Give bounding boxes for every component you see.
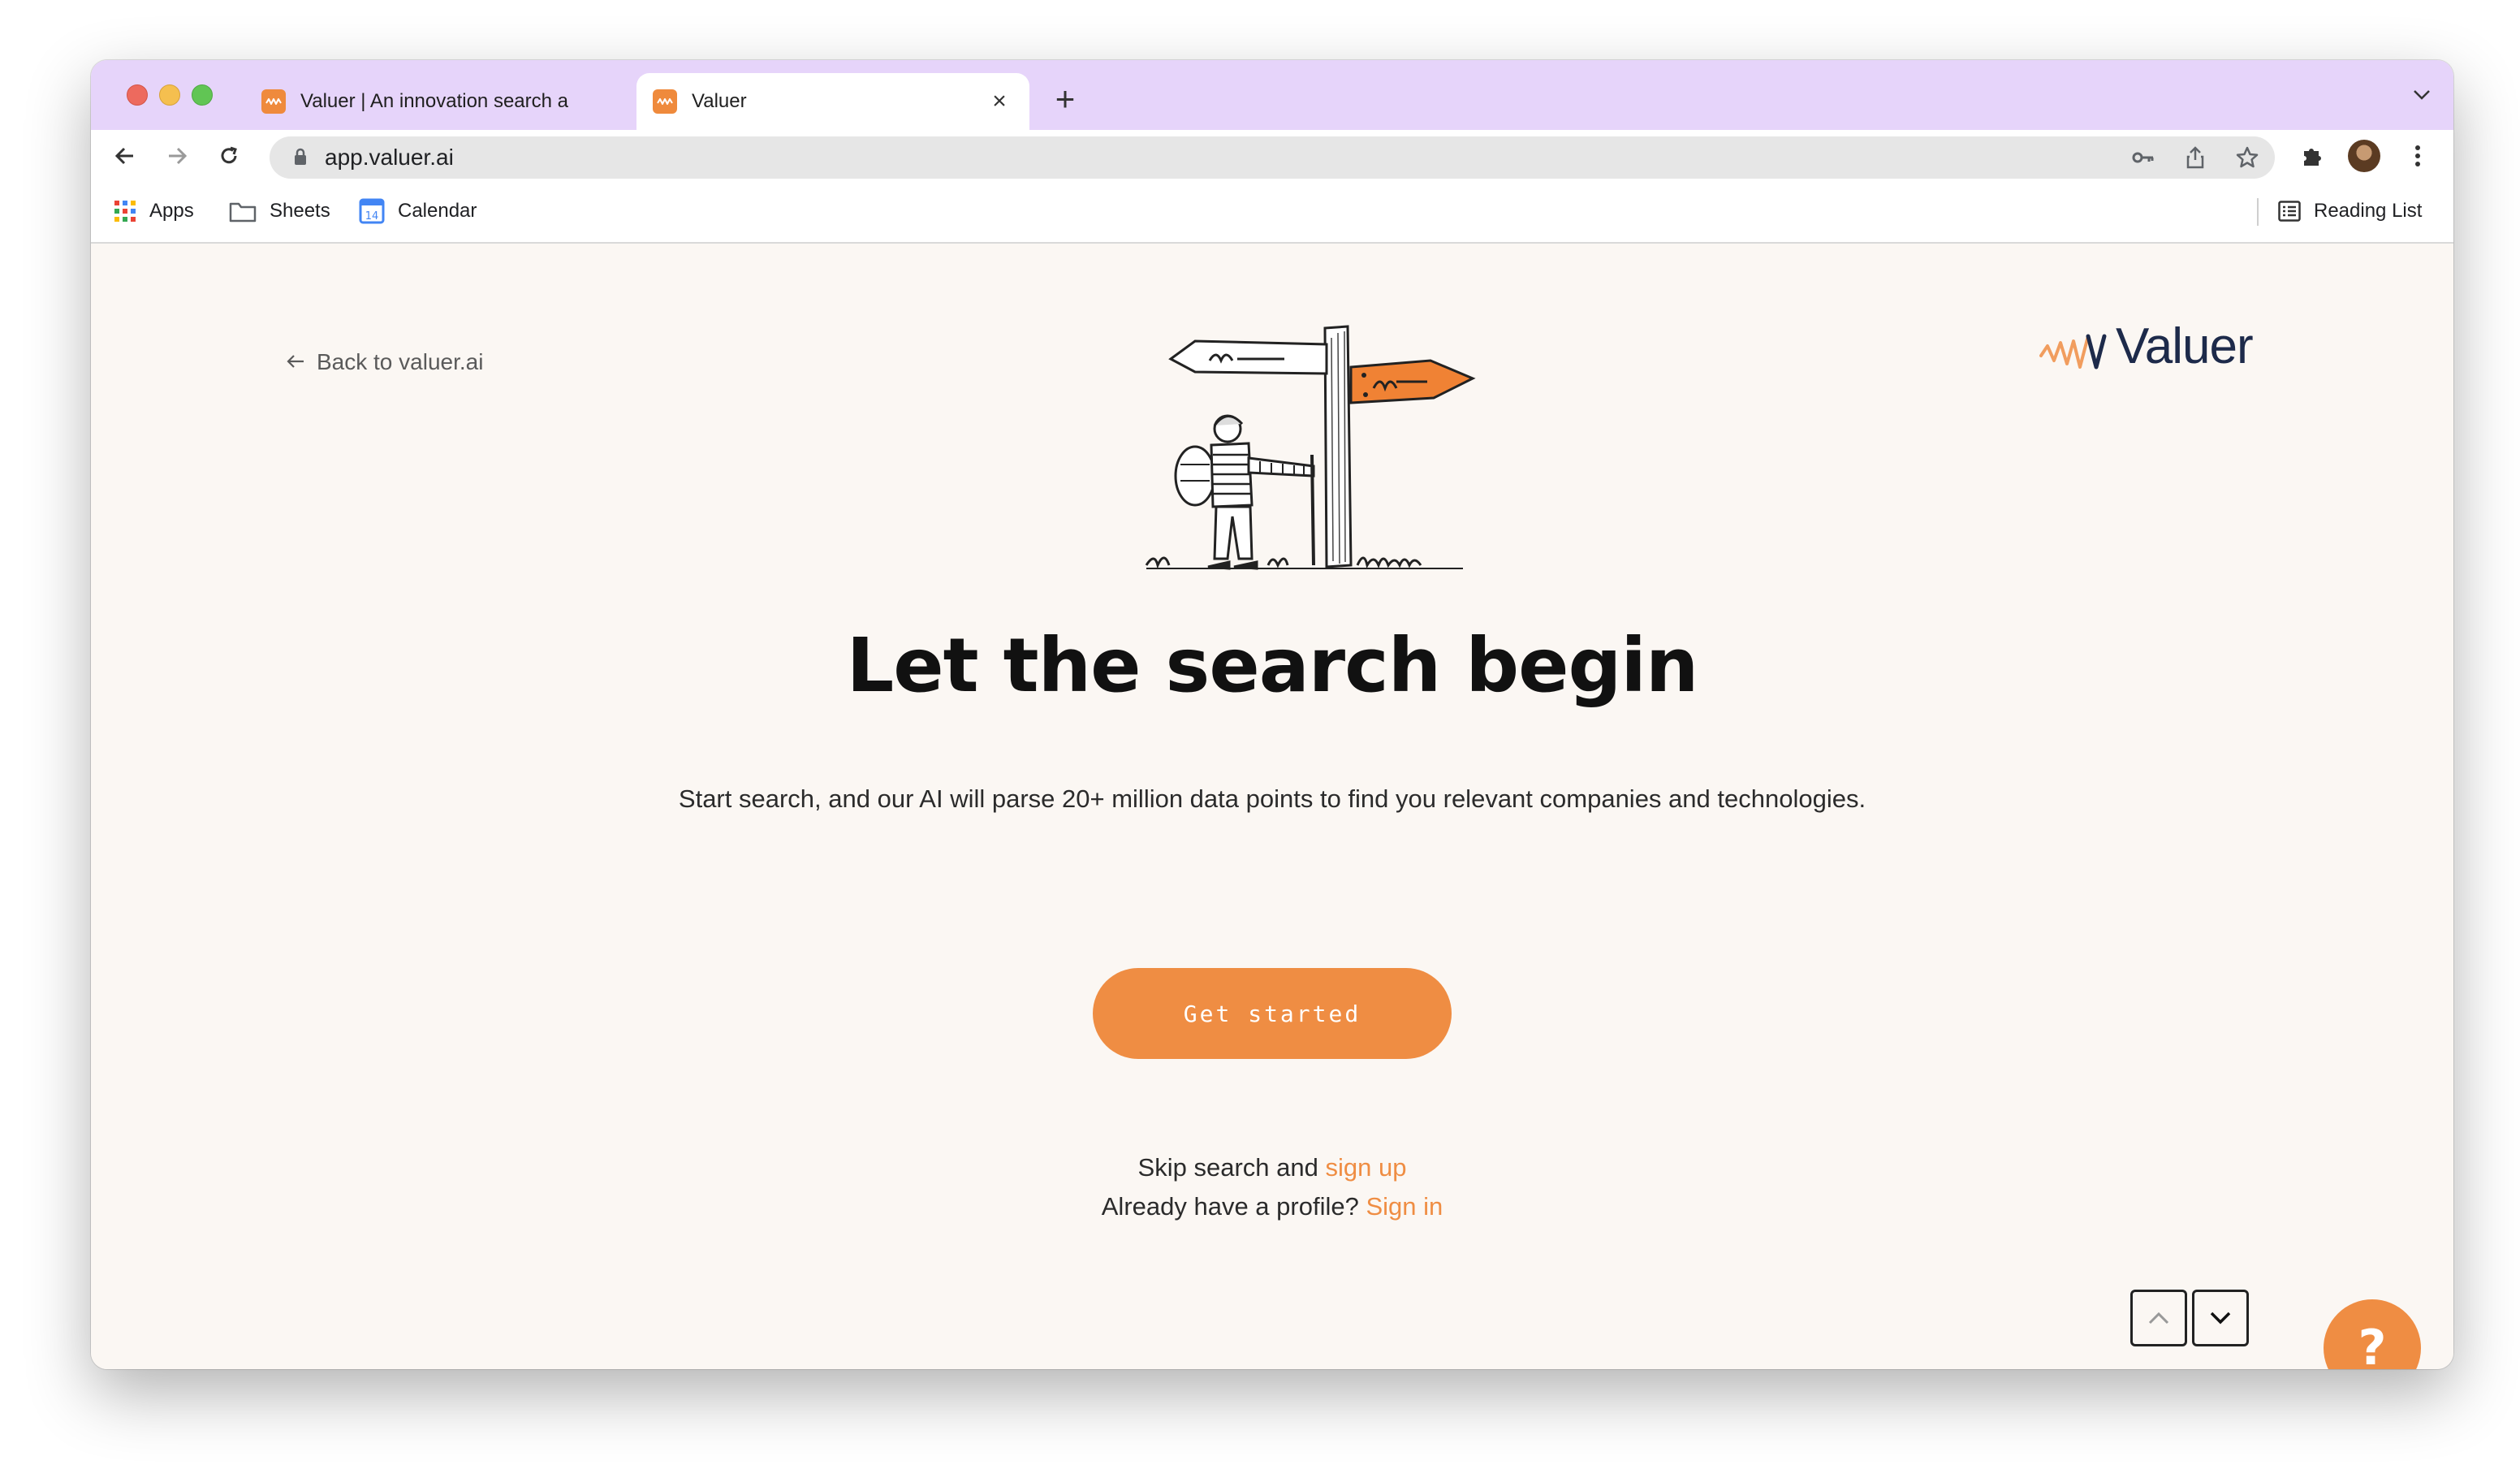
forward-arrow-icon[interactable]	[161, 140, 193, 172]
avatar	[2348, 140, 2380, 172]
sign-in-line: Already have a profile? Sign in	[91, 1192, 2453, 1221]
sign-in-link[interactable]: Sign in	[1366, 1192, 1443, 1221]
new-tab-button[interactable]: +	[1049, 82, 1081, 116]
skip-search-line: Skip search and sign up	[91, 1153, 2453, 1182]
minimize-window-button[interactable]	[159, 84, 180, 106]
back-arrow-icon[interactable]	[109, 140, 141, 172]
bookmark-label: Calendar	[398, 200, 477, 222]
lock-icon	[294, 148, 307, 170]
svg-text:14: 14	[365, 210, 379, 223]
valuer-favicon-icon	[653, 89, 677, 114]
key-icon[interactable]	[2130, 145, 2156, 171]
help-button[interactable]: ?	[2324, 1299, 2421, 1369]
scroll-up-button[interactable]	[2130, 1290, 2187, 1346]
chevron-up-icon	[2148, 1312, 2169, 1325]
tab-title: Valuer	[692, 90, 747, 112]
page-subtitle: Start search, and our AI will parse 20+ …	[678, 784, 1866, 813]
tab-strip: Valuer | An innovation search a × Valuer…	[91, 60, 2453, 130]
page-title: Let the search begin	[846, 622, 1699, 709]
bookmark-star-icon[interactable]	[2234, 145, 2260, 171]
zoom-window-button[interactable]	[192, 84, 213, 106]
bookmarks-divider	[2257, 198, 2259, 226]
extensions-puzzle-icon[interactable]	[2296, 140, 2328, 172]
brand-name: Valuer	[2116, 318, 2254, 374]
browser-toolbar: app.valuer.ai	[91, 130, 2453, 182]
apps-grid-icon	[114, 200, 136, 223]
valuer-favicon-icon	[261, 89, 286, 114]
page-content: Back to valuer.ai Valuer Let the search …	[91, 244, 2453, 1369]
browser-window: Valuer | An innovation search a × Valuer…	[91, 60, 2453, 1369]
get-started-button[interactable]: Get started	[1093, 968, 1452, 1059]
reading-list-icon	[2278, 201, 2301, 222]
bookmark-sheets[interactable]: Sheets	[229, 197, 330, 226]
share-icon[interactable]	[2182, 145, 2208, 171]
bookmarks-bar: Apps Sheets 14 Calendar Reading List	[91, 182, 2453, 244]
chevron-down-icon	[2210, 1312, 2231, 1325]
back-link-label: Back to valuer.ai	[317, 349, 484, 374]
bookmark-calendar[interactable]: 14 Calendar	[359, 197, 477, 226]
folder-icon	[229, 200, 257, 223]
url-text: app.valuer.ai	[325, 145, 454, 170]
bookmark-apps[interactable]: Apps	[114, 197, 194, 226]
skip-search-text: Skip search and	[1137, 1153, 1326, 1182]
reading-list-label: Reading List	[2314, 200, 2423, 222]
close-tab-icon[interactable]: ×	[986, 88, 1013, 115]
tab-valuer-active[interactable]: Valuer ×	[636, 73, 1029, 130]
back-to-valuer-link[interactable]: Back to valuer.ai	[286, 349, 483, 375]
profile-avatar[interactable]	[2348, 140, 2380, 172]
reading-list-button[interactable]: Reading List	[2278, 197, 2422, 226]
already-have-profile-text: Already have a profile?	[1101, 1192, 1366, 1221]
reload-icon[interactable]	[213, 140, 245, 172]
bookmark-label: Sheets	[270, 200, 330, 222]
close-window-button[interactable]	[127, 84, 148, 106]
tab-title: Valuer | An innovation search a	[300, 90, 568, 112]
hiker-signpost-illustration	[1145, 325, 1476, 570]
calendar-icon: 14	[359, 198, 385, 224]
arrow-left-icon	[286, 349, 305, 375]
address-bar[interactable]: app.valuer.ai	[270, 136, 2275, 179]
valuer-logo[interactable]: Valuer	[2039, 318, 2254, 374]
valuer-wave-logo-icon	[2039, 334, 2107, 370]
tab-search-chevron-down-icon[interactable]	[2413, 89, 2431, 105]
bookmark-label: Apps	[149, 200, 194, 222]
browser-menu-icon[interactable]	[2401, 140, 2434, 172]
sign-up-link[interactable]: sign up	[1325, 1153, 1406, 1182]
scroll-down-button[interactable]	[2192, 1290, 2249, 1346]
